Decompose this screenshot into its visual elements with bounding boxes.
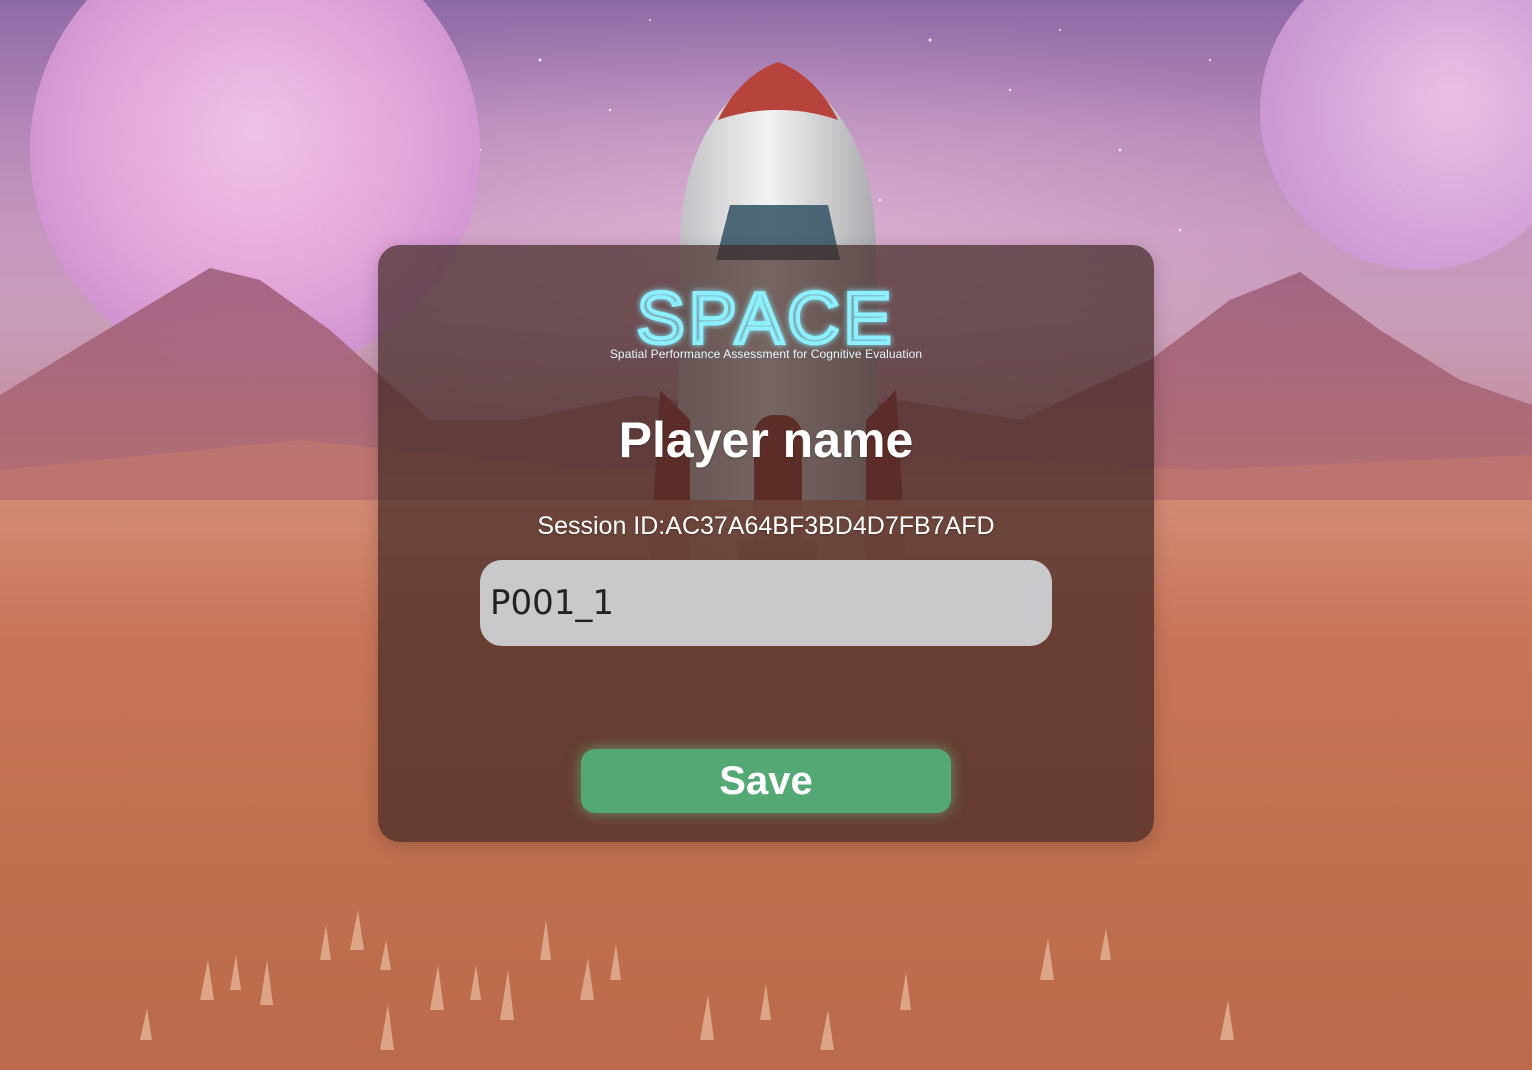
player-name-input[interactable] <box>480 560 1052 646</box>
game-scene: SPACE Spatial Performance Assessment for… <box>0 0 1532 1070</box>
logo-tagline: Spatial Performance Assessment for Cogni… <box>609 347 923 361</box>
session-id-label: Session ID: <box>537 512 666 540</box>
session-id-value: AC37A64BF3BD4D7FB7AFD <box>665 512 995 540</box>
save-button[interactable]: Save <box>581 749 951 813</box>
player-name-dialog: SPACE Spatial Performance Assessment for… <box>378 245 1154 842</box>
dialog-title: Player name <box>618 412 914 468</box>
session-id-line: Session ID:AC37A64BF3BD4D7FB7AFD <box>378 512 1154 541</box>
